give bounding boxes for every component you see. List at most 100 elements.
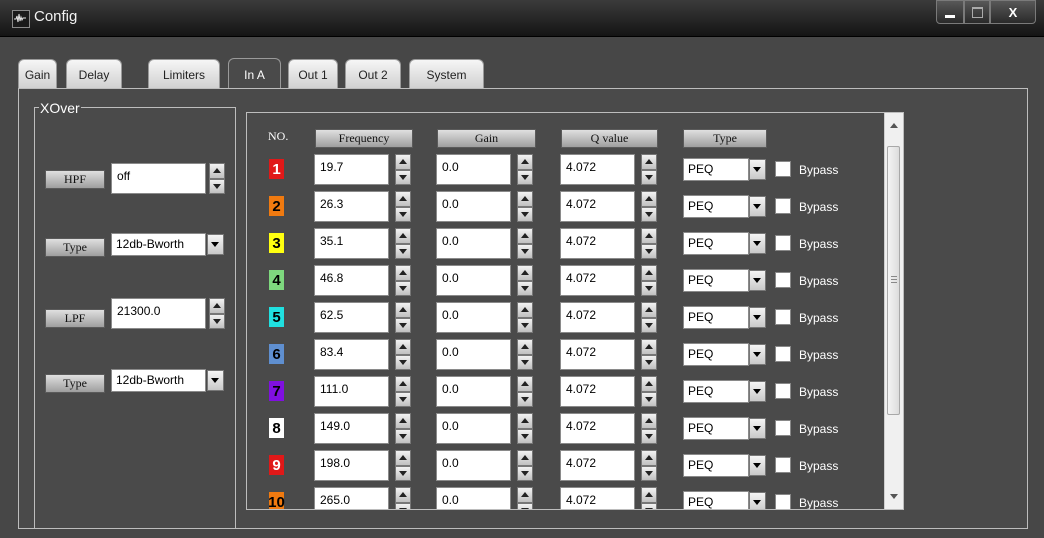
bypass-checkbox[interactable] [775, 494, 791, 509]
q-value-input[interactable]: 4.072 [560, 265, 635, 296]
down-arrow-icon[interactable] [517, 428, 533, 444]
gain-input[interactable]: 0.0 [436, 376, 511, 407]
frequency-stepper[interactable] [395, 228, 411, 259]
down-arrow-icon[interactable] [517, 502, 533, 509]
type1-select[interactable]: 12db-Bworth [111, 233, 206, 256]
gain-stepper[interactable] [517, 487, 533, 509]
q-value-stepper[interactable] [641, 339, 657, 370]
hpf-up-arrow-icon[interactable] [209, 163, 225, 179]
up-arrow-icon[interactable] [641, 487, 657, 503]
up-arrow-icon[interactable] [395, 487, 411, 503]
up-arrow-icon[interactable] [517, 339, 533, 355]
tab-delay[interactable]: Delay [66, 59, 122, 89]
up-arrow-icon[interactable] [641, 154, 657, 170]
down-arrow-icon[interactable] [517, 391, 533, 407]
frequency-stepper[interactable] [395, 376, 411, 407]
q-value-input[interactable]: 4.072 [560, 302, 635, 333]
tab-in-a[interactable]: In A [228, 58, 281, 90]
q-value-stepper[interactable] [641, 376, 657, 407]
up-arrow-icon[interactable] [395, 376, 411, 392]
down-arrow-icon[interactable] [517, 206, 533, 222]
filter-type-dropdown-icon[interactable] [749, 418, 766, 439]
up-arrow-icon[interactable] [517, 302, 533, 318]
frequency-input[interactable]: 265.0 [314, 487, 389, 509]
gain-input[interactable]: 0.0 [436, 339, 511, 370]
up-arrow-icon[interactable] [517, 228, 533, 244]
frequency-stepper[interactable] [395, 154, 411, 185]
filter-type-select[interactable]: PEQ [683, 158, 749, 181]
down-arrow-icon[interactable] [641, 428, 657, 444]
down-arrow-icon[interactable] [641, 280, 657, 296]
filter-type-select[interactable]: PEQ [683, 195, 749, 218]
filter-type-select[interactable]: PEQ [683, 232, 749, 255]
gain-stepper[interactable] [517, 154, 533, 185]
lpf-stepper[interactable] [209, 298, 225, 329]
tab-system[interactable]: System [409, 59, 484, 89]
down-arrow-icon[interactable] [641, 391, 657, 407]
down-arrow-icon[interactable] [395, 317, 411, 333]
down-arrow-icon[interactable] [641, 243, 657, 259]
frequency-stepper[interactable] [395, 339, 411, 370]
q-value-input[interactable]: 4.072 [560, 376, 635, 407]
down-arrow-icon[interactable] [641, 465, 657, 481]
q-value-stepper[interactable] [641, 228, 657, 259]
gain-stepper[interactable] [517, 450, 533, 481]
filter-type-select[interactable]: PEQ [683, 343, 749, 366]
filter-type-select[interactable]: PEQ [683, 380, 749, 403]
filter-type-select[interactable]: PEQ [683, 454, 749, 477]
down-arrow-icon[interactable] [395, 428, 411, 444]
down-arrow-icon[interactable] [517, 280, 533, 296]
type2-dropdown-icon[interactable] [207, 370, 224, 391]
filter-type-dropdown-icon[interactable] [749, 196, 766, 217]
up-arrow-icon[interactable] [395, 191, 411, 207]
up-arrow-icon[interactable] [517, 154, 533, 170]
up-arrow-icon[interactable] [395, 302, 411, 318]
filter-type-dropdown-icon[interactable] [749, 455, 766, 476]
q-value-input[interactable]: 4.072 [560, 487, 635, 509]
q-value-stepper[interactable] [641, 413, 657, 444]
filter-type-dropdown-icon[interactable] [749, 492, 766, 509]
down-arrow-icon[interactable] [395, 354, 411, 370]
filter-type-dropdown-icon[interactable] [749, 270, 766, 291]
down-arrow-icon[interactable] [641, 317, 657, 333]
bypass-checkbox[interactable] [775, 198, 791, 214]
gain-input[interactable]: 0.0 [436, 302, 511, 333]
gain-input[interactable]: 0.0 [436, 265, 511, 296]
filter-type-dropdown-icon[interactable] [749, 159, 766, 180]
gain-stepper[interactable] [517, 413, 533, 444]
up-arrow-icon[interactable] [641, 339, 657, 355]
gain-stepper[interactable] [517, 339, 533, 370]
hpf-input[interactable]: off [111, 163, 206, 194]
scroll-down-arrow-icon[interactable] [890, 494, 898, 499]
minimize-button[interactable] [936, 0, 964, 24]
q-value-input[interactable]: 4.072 [560, 154, 635, 185]
filter-type-dropdown-icon[interactable] [749, 233, 766, 254]
frequency-stepper[interactable] [395, 413, 411, 444]
q-value-stepper[interactable] [641, 265, 657, 296]
frequency-input[interactable]: 111.0 [314, 376, 389, 407]
lpf-down-arrow-icon[interactable] [209, 313, 225, 329]
up-arrow-icon[interactable] [641, 265, 657, 281]
down-arrow-icon[interactable] [395, 391, 411, 407]
filter-type-dropdown-icon[interactable] [749, 344, 766, 365]
q-value-stepper[interactable] [641, 154, 657, 185]
up-arrow-icon[interactable] [395, 154, 411, 170]
down-arrow-icon[interactable] [395, 243, 411, 259]
frequency-input[interactable]: 83.4 [314, 339, 389, 370]
down-arrow-icon[interactable] [395, 465, 411, 481]
lpf-input[interactable]: 21300.0 [111, 298, 206, 329]
bypass-checkbox[interactable] [775, 272, 791, 288]
down-arrow-icon[interactable] [517, 317, 533, 333]
gain-input[interactable]: 0.0 [436, 154, 511, 185]
vertical-scrollbar[interactable] [884, 113, 903, 509]
tab-limiters[interactable]: Limiters [148, 59, 220, 89]
gain-stepper[interactable] [517, 191, 533, 222]
filter-type-dropdown-icon[interactable] [749, 307, 766, 328]
up-arrow-icon[interactable] [641, 191, 657, 207]
frequency-input[interactable]: 149.0 [314, 413, 389, 444]
bypass-checkbox[interactable] [775, 420, 791, 436]
bypass-checkbox[interactable] [775, 346, 791, 362]
down-arrow-icon[interactable] [395, 169, 411, 185]
gain-stepper[interactable] [517, 376, 533, 407]
gain-stepper[interactable] [517, 228, 533, 259]
